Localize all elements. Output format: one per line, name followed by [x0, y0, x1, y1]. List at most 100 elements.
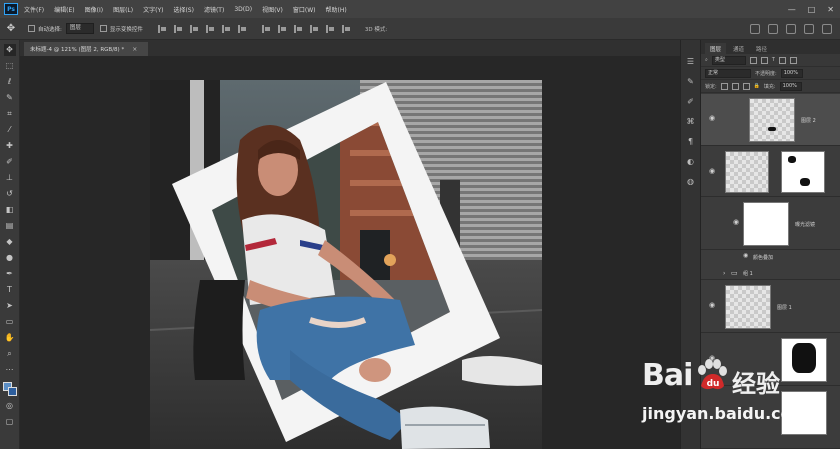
paragraph-panel-icon[interactable]: ¶ — [686, 136, 696, 146]
rotate-3d-icon[interactable] — [750, 23, 760, 34]
menu-help[interactable]: 帮助(H) — [326, 5, 347, 14]
properties-panel-icon[interactable]: ◐ — [686, 156, 696, 166]
filter-pixel-icon[interactable] — [749, 56, 757, 64]
menu-filter[interactable]: 滤镜(T) — [204, 5, 224, 14]
group-expand-icon[interactable]: › — [723, 270, 725, 277]
adjustments-panel-icon[interactable]: ✎ — [686, 76, 696, 86]
brush-tool-icon[interactable]: ✐ — [4, 156, 16, 168]
layer-filter-dropdown[interactable]: 类型 — [711, 55, 746, 65]
eyedropper-tool-icon[interactable]: ⁄ — [4, 124, 16, 136]
screen-mode-icon[interactable]: ▢ — [4, 416, 16, 428]
type-tool-icon[interactable]: T — [4, 284, 16, 296]
layer-row-effect[interactable]: ◉ 颜色叠加 — [701, 251, 840, 263]
align-bottom-icon[interactable] — [237, 24, 247, 34]
menu-file[interactable]: 文件(F) — [24, 5, 44, 14]
layer-row-1[interactable]: ◉ 图层 1 — [701, 281, 840, 333]
filter-shape-icon[interactable] — [778, 56, 786, 64]
maximize-button[interactable]: □ — [808, 5, 816, 14]
menu-layer[interactable]: 图层(L) — [113, 5, 133, 14]
history-panel-icon[interactable]: ☰ — [686, 56, 696, 66]
tab-close-icon[interactable]: × — [132, 46, 137, 53]
tab-channels[interactable]: 通道 — [728, 43, 749, 54]
blend-mode-dropdown[interactable]: 正常 — [705, 68, 751, 78]
zoom-tool-icon[interactable]: ⌕ — [4, 348, 16, 360]
layer-row-2[interactable]: ◉ 图层 2 — [701, 94, 840, 146]
tab-layers[interactable]: 图层 — [705, 43, 727, 54]
distribute-left-icon[interactable] — [309, 24, 319, 34]
history-brush-tool-icon[interactable]: ↺ — [4, 188, 16, 200]
align-right-icon[interactable] — [189, 24, 199, 34]
align-hcenter-icon[interactable] — [173, 24, 183, 34]
lock-all-icon[interactable]: 🔒 — [754, 83, 760, 89]
layer-row-group[interactable]: › ▭ 组 1 — [701, 266, 840, 280]
canvas-area[interactable] — [20, 56, 680, 449]
distribute-vcenter-icon[interactable] — [277, 24, 287, 34]
menu-type[interactable]: 文字(Y) — [143, 5, 163, 14]
distribute-top-icon[interactable] — [261, 24, 271, 34]
scale-3d-icon[interactable] — [822, 23, 832, 34]
color-swatches[interactable] — [2, 382, 17, 396]
align-left-icon[interactable] — [157, 24, 167, 34]
marquee-tool-icon[interactable]: ⬚ — [4, 60, 16, 72]
lasso-tool-icon[interactable]: ℓ — [4, 76, 16, 88]
layer-mask-thumbnail[interactable] — [781, 151, 825, 193]
effect-name[interactable]: 颜色叠加 — [753, 254, 773, 261]
show-transform-checkbox[interactable] — [99, 25, 107, 32]
distribute-right-icon[interactable] — [341, 24, 351, 34]
menu-edit[interactable]: 编辑(E) — [54, 5, 74, 14]
menu-select[interactable]: 选择(S) — [173, 5, 194, 14]
roll-3d-icon[interactable] — [768, 23, 778, 34]
tab-paths[interactable]: 路径 — [751, 43, 772, 54]
pen-tool-icon[interactable]: ✒ — [4, 268, 16, 280]
eraser-tool-icon[interactable]: ◧ — [4, 204, 16, 216]
move-tool-icon[interactable]: ✥ — [0, 23, 22, 34]
visibility-eye-icon[interactable]: ◉ — [733, 218, 739, 226]
opacity-input[interactable]: 100% — [780, 68, 803, 78]
distribute-bottom-icon[interactable] — [293, 24, 303, 34]
canvas-photo[interactable] — [150, 80, 542, 449]
slide-3d-icon[interactable] — [804, 23, 814, 34]
layer-row-filter[interactable]: ◉ 曝光滤镜 — [701, 198, 840, 250]
menu-3d[interactable]: 3D(D) — [234, 6, 252, 13]
filter-adjust-icon[interactable] — [760, 56, 768, 64]
quick-mask-icon[interactable]: ◎ — [4, 400, 16, 412]
document-tab[interactable]: 未标题-4 @ 121% (图层 2, RGB/8) * × — [24, 42, 148, 56]
filter-type-icon[interactable]: T — [772, 57, 775, 63]
healing-brush-tool-icon[interactable]: ✚ — [4, 140, 16, 152]
lock-pixels-icon[interactable] — [720, 82, 728, 90]
auto-select-dropdown[interactable]: 图层 — [65, 23, 94, 34]
group-name[interactable]: 组 1 — [743, 270, 753, 277]
menu-view[interactable]: 视图(V) — [262, 5, 283, 14]
layer-name[interactable]: 图层 1 — [777, 304, 792, 311]
distribute-hcenter-icon[interactable] — [325, 24, 335, 34]
menu-image[interactable]: 图像(I) — [85, 5, 103, 14]
swatches-panel-icon[interactable]: ◍ — [686, 176, 696, 186]
path-select-tool-icon[interactable]: ➤ — [4, 300, 16, 312]
close-window-button[interactable]: ✕ — [827, 5, 834, 14]
lock-position-icon[interactable] — [731, 82, 739, 90]
align-vcenter-icon[interactable] — [221, 24, 231, 34]
move-tool-icon[interactable]: ✥ — [3, 44, 16, 56]
layer-row-smart[interactable]: ◉ — [701, 147, 840, 197]
character-panel-icon[interactable]: ⌘ — [686, 116, 696, 126]
brush-panel-icon[interactable]: ✐ — [686, 96, 696, 106]
drag-3d-icon[interactable] — [786, 23, 796, 34]
filter-smart-icon[interactable] — [789, 56, 797, 64]
layer-name[interactable]: 图层 2 — [801, 117, 816, 124]
clone-stamp-tool-icon[interactable]: ⊥ — [4, 172, 16, 184]
background-color-swatch[interactable] — [7, 387, 17, 396]
filter-name[interactable]: 曝光滤镜 — [795, 221, 815, 228]
gradient-tool-icon[interactable]: ▤ — [4, 220, 16, 232]
lock-artboard-icon[interactable] — [742, 82, 750, 90]
visibility-eye-icon[interactable]: ◉ — [709, 167, 715, 175]
hand-tool-icon[interactable]: ✋ — [4, 332, 16, 344]
fill-input[interactable]: 100% — [779, 81, 802, 91]
quick-select-tool-icon[interactable]: ✎ — [4, 92, 16, 104]
dodge-tool-icon[interactable]: ● — [4, 252, 16, 264]
crop-tool-icon[interactable]: ⌗ — [4, 108, 16, 120]
auto-select-checkbox[interactable] — [28, 25, 35, 32]
menu-window[interactable]: 窗口(W) — [293, 5, 316, 14]
align-top-icon[interactable] — [205, 24, 215, 34]
minimize-button[interactable]: — — [788, 5, 796, 14]
more-tools-icon[interactable]: ⋯ — [4, 364, 16, 376]
